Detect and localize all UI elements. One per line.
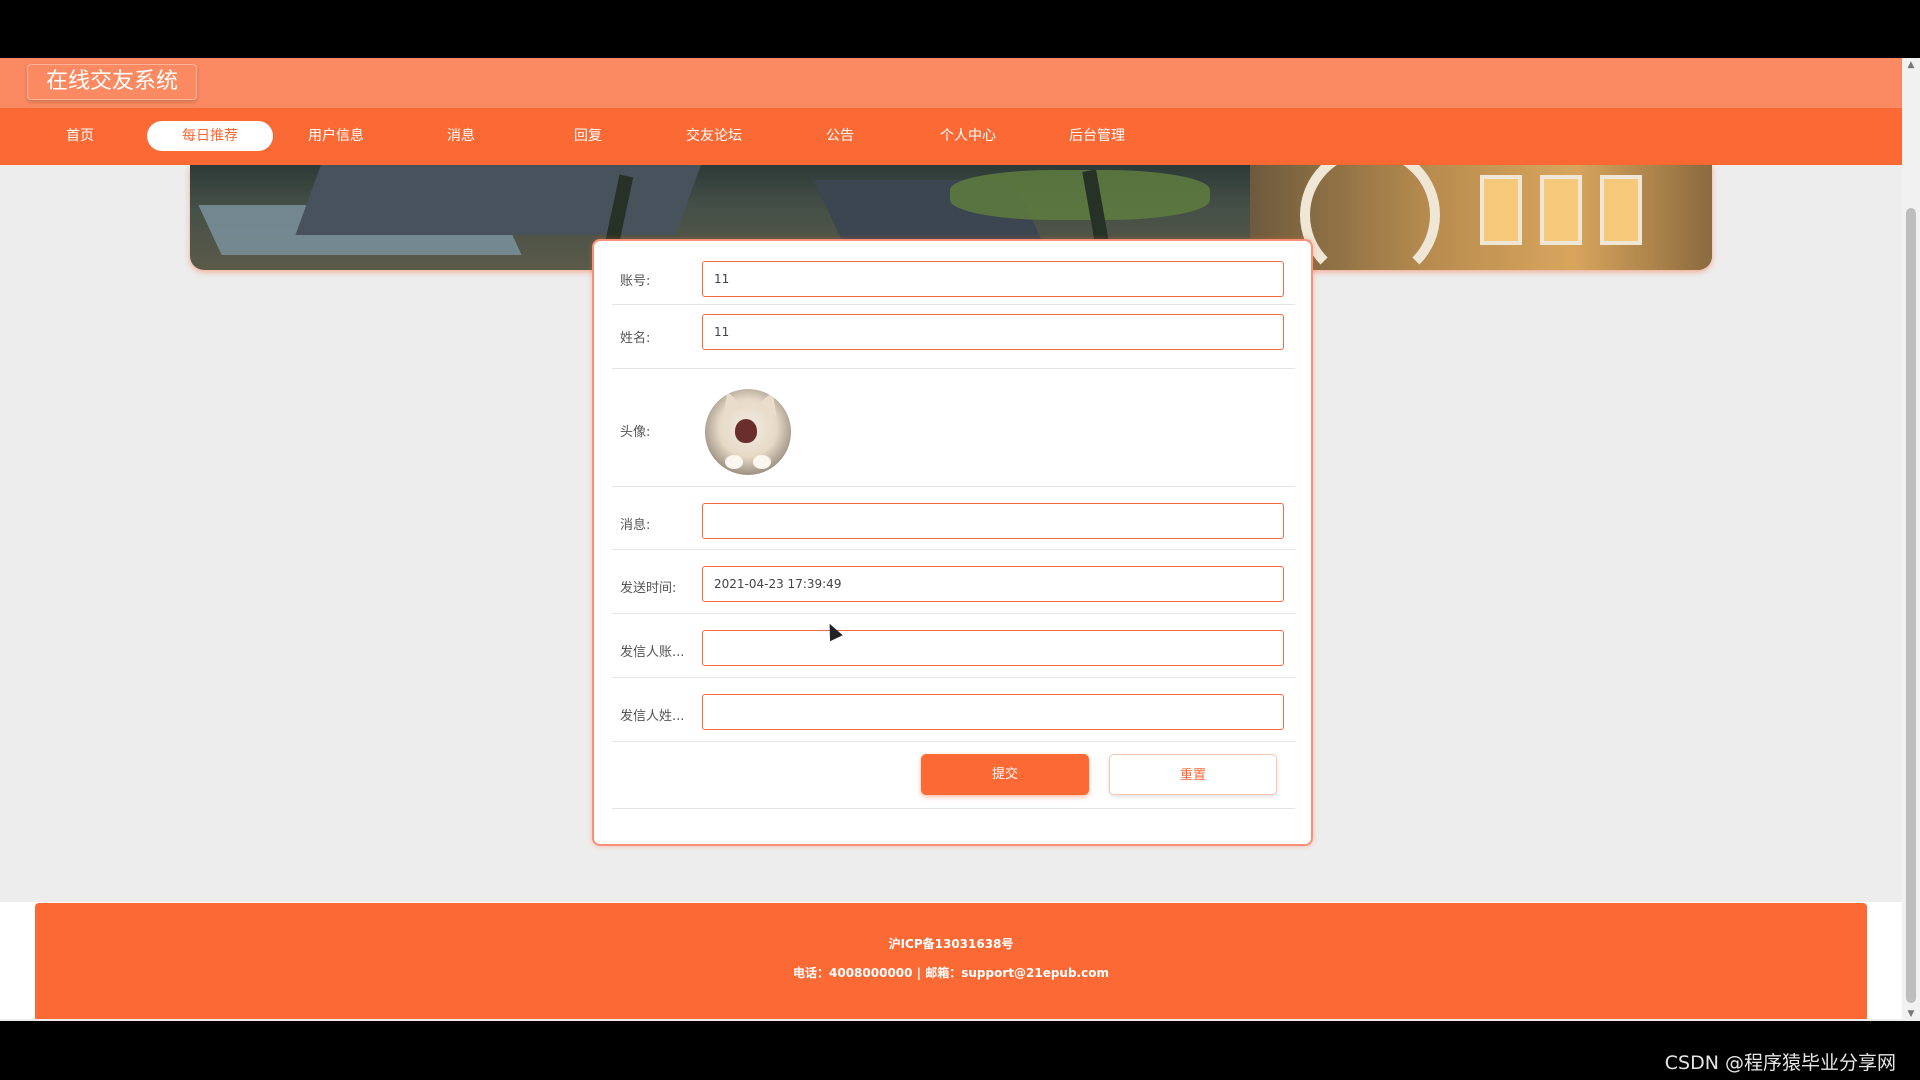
name-label: 姓名: bbox=[620, 331, 651, 346]
name-input[interactable]: 11 bbox=[702, 314, 1284, 350]
scroll-down-arrow-icon[interactable]: ▼ bbox=[1902, 1007, 1920, 1021]
form-row-message: 消息: bbox=[612, 487, 1295, 550]
banner-image-window bbox=[1600, 175, 1642, 245]
nav-item-daily-recommend[interactable]: 每日推荐 bbox=[147, 121, 273, 151]
form-row-avatar: 头像: bbox=[612, 369, 1295, 487]
video-top-bar bbox=[0, 0, 1920, 58]
footer-contact: 电话：4008000000 | 邮箱：support@21epub.com bbox=[793, 966, 1109, 980]
reset-button[interactable]: 重置 bbox=[1109, 754, 1277, 795]
csdn-watermark: CSDN @程序猿毕业分享网 bbox=[1664, 1052, 1896, 1074]
avatar-label: 头像: bbox=[620, 425, 651, 440]
site-title[interactable]: 在线交友系统 bbox=[27, 64, 198, 100]
account-label: 账号: bbox=[620, 274, 651, 289]
submit-button[interactable]: 提交 bbox=[921, 754, 1089, 795]
send-time-label: 发送时间: bbox=[620, 581, 677, 596]
vertical-scrollbar[interactable]: ▲ ▼ bbox=[1902, 58, 1920, 1021]
message-form-card: 账号: 11 姓名: 11 头像: 消息: 发送时间: 2021-04-23 1… bbox=[592, 239, 1313, 846]
avatar-cat-paw bbox=[725, 455, 743, 469]
banner-image-lawn bbox=[950, 170, 1210, 220]
form-row-name: 姓名: 11 bbox=[612, 305, 1295, 369]
banner-image-window bbox=[1540, 175, 1582, 245]
sender-name-input[interactable] bbox=[702, 694, 1284, 730]
footer: 沪ICP备13031638号 电话：4008000000 | 邮箱：suppor… bbox=[35, 903, 1867, 1019]
banner-image-arch bbox=[1300, 165, 1440, 270]
form-row-sender-account: 发信人账... bbox=[612, 614, 1295, 678]
send-time-input[interactable]: 2021-04-23 17:39:49 bbox=[702, 566, 1284, 602]
form-row-actions: 提交 重置 bbox=[612, 742, 1295, 809]
form-row-sender-name: 发信人姓... bbox=[612, 678, 1295, 742]
nav-item-home[interactable]: 首页 bbox=[17, 121, 143, 151]
sender-account-label: 发信人账... bbox=[620, 645, 685, 660]
avatar-image[interactable] bbox=[705, 389, 791, 475]
nav-item-announcements[interactable]: 公告 bbox=[777, 121, 903, 151]
title-strip: 在线交友系统 bbox=[0, 58, 1902, 108]
sender-name-label: 发信人姓... bbox=[620, 709, 685, 724]
video-bottom-bar bbox=[0, 1021, 1920, 1080]
banner-image-window bbox=[1480, 175, 1522, 245]
sender-account-input[interactable] bbox=[702, 630, 1284, 666]
nav-item-forum[interactable]: 交友论坛 bbox=[651, 121, 777, 151]
nav-item-messages[interactable]: 消息 bbox=[398, 121, 524, 151]
avatar-cat-mouth bbox=[735, 419, 757, 443]
scrollbar-thumb[interactable] bbox=[1906, 208, 1916, 1003]
message-input[interactable] bbox=[702, 503, 1284, 539]
account-input[interactable]: 11 bbox=[702, 261, 1284, 297]
main-nav: 首页 每日推荐 用户信息 消息 回复 交友论坛 公告 个人中心 后台管理 bbox=[0, 108, 1902, 165]
avatar-cat-paw bbox=[753, 455, 771, 469]
nav-item-user-info[interactable]: 用户信息 bbox=[273, 121, 399, 151]
nav-item-replies[interactable]: 回复 bbox=[525, 121, 651, 151]
nav-item-admin[interactable]: 后台管理 bbox=[1034, 121, 1160, 151]
browser-viewport: 在线交友系统 首页 每日推荐 用户信息 消息 回复 交友论坛 公告 个人中心 后… bbox=[0, 58, 1902, 1021]
footer-icp: 沪ICP备13031638号 bbox=[888, 937, 1014, 951]
nav-item-personal-center[interactable]: 个人中心 bbox=[905, 121, 1031, 151]
message-label: 消息: bbox=[620, 518, 651, 533]
form-row-account: 账号: 11 bbox=[612, 253, 1295, 305]
banner-image-roof bbox=[295, 165, 705, 235]
avatar-cat-ear bbox=[715, 389, 747, 417]
avatar-cat-ear bbox=[753, 389, 785, 417]
scroll-up-arrow-icon[interactable]: ▲ bbox=[1902, 58, 1920, 72]
form-row-send-time: 发送时间: 2021-04-23 17:39:49 bbox=[612, 550, 1295, 614]
